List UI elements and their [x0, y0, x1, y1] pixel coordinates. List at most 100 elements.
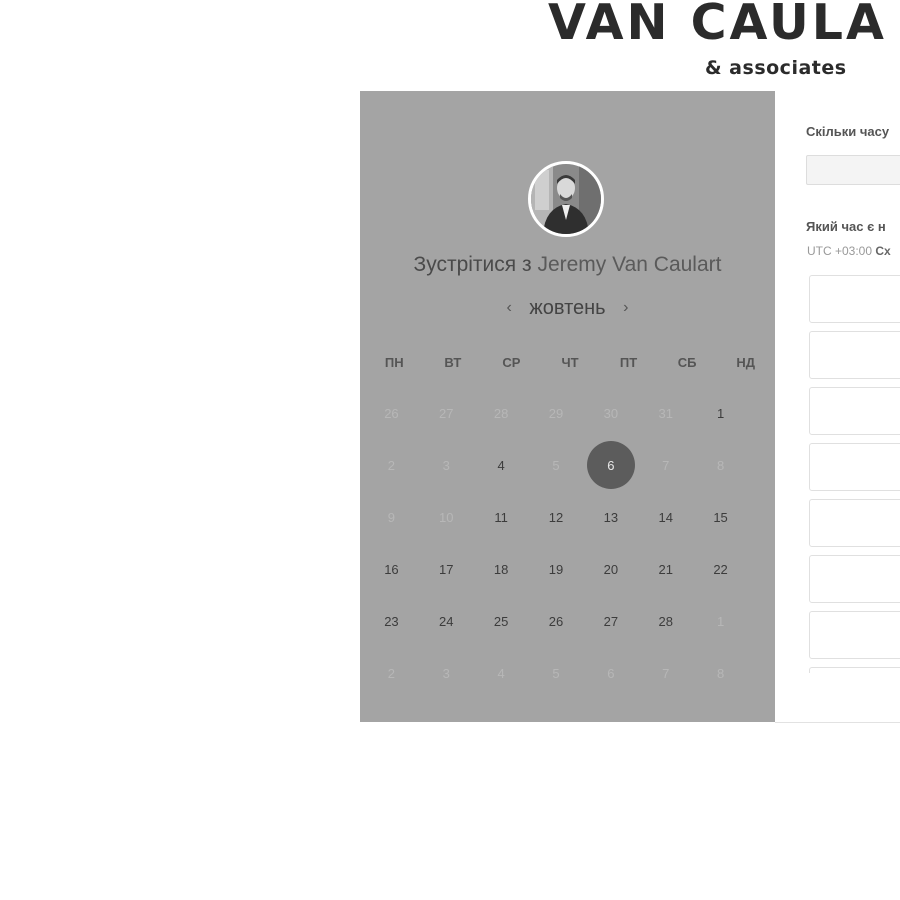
time-question: Який час є н — [806, 219, 886, 234]
calendar-day[interactable]: 17 — [419, 543, 474, 595]
booking-panel: Скільки часу Який час є н UTC +03:00 Сх — [775, 91, 900, 723]
brand-logo-title: VAN CAULA — [548, 0, 887, 51]
day-number: 2 — [387, 665, 396, 681]
day-number: 4 — [497, 457, 505, 473]
duration-question: Скільки часу — [806, 124, 890, 139]
time-slot-button[interactable] — [809, 499, 900, 547]
timezone-label[interactable]: UTC +03:00 Сх — [807, 244, 891, 258]
timezone-name: Сх — [875, 244, 891, 258]
calendar-days-grid: 26 27 28 29 30 31 1 2 3 4 5 6 7 8 9 10 11 12 13 14 15 16 17 18 1… — [364, 387, 748, 699]
duration-select[interactable] — [806, 155, 900, 185]
day-number: 23 — [384, 613, 399, 629]
day-number: 8 — [716, 457, 725, 473]
chevron-right-icon[interactable]: › — [611, 299, 640, 317]
day-number: 4 — [497, 665, 505, 681]
meeting-title: Зустрітися з Jeremy Van Caulart — [360, 253, 775, 277]
day-number: 26 — [384, 405, 399, 421]
calendar-day[interactable]: 26 — [529, 595, 584, 647]
calendar-day: 5 — [529, 439, 584, 491]
day-number: 8 — [716, 665, 725, 681]
weekday-label: СР — [502, 355, 521, 370]
calendar-day: 8 — [693, 647, 748, 699]
calendar-day[interactable]: 15 — [693, 491, 748, 543]
calendar-day: 29 — [529, 387, 584, 439]
calendar-day: 28 — [474, 387, 529, 439]
calendar-day: 31 — [638, 387, 693, 439]
day-number: 27 — [603, 613, 619, 629]
day-number: 9 — [387, 509, 396, 525]
calendar-day: 30 — [583, 387, 638, 439]
day-number: 16 — [384, 561, 399, 577]
calendar-day[interactable]: 14 — [638, 491, 693, 543]
calendar-day-selected[interactable]: 6 — [583, 439, 638, 491]
time-slot-button[interactable] — [809, 555, 900, 603]
day-number: 24 — [439, 613, 454, 629]
weekday-header: ПН ВТ СР ЧТ ПТ СБ НД — [365, 355, 775, 370]
calendar-day[interactable]: 4 — [474, 439, 529, 491]
day-number: 2 — [387, 457, 396, 473]
calendar-day: 2 — [364, 439, 419, 491]
time-slot-button[interactable] — [809, 443, 900, 491]
calendar-day[interactable]: 19 — [529, 543, 584, 595]
calendar-day[interactable]: 1 — [693, 387, 748, 439]
chevron-left-icon[interactable]: ‹ — [495, 299, 524, 317]
weekday-label: ВТ — [444, 355, 462, 370]
weekday-label: ПН — [384, 355, 404, 370]
calendar-day: 7 — [638, 439, 693, 491]
time-slot-button[interactable] — [809, 611, 900, 659]
calendar-day: 9 — [364, 491, 419, 543]
calendar-day[interactable]: 12 — [529, 491, 584, 543]
brand-logo-subtitle: & associates — [705, 57, 847, 79]
calendar-day: 7 — [638, 647, 693, 699]
weekday-label: СБ — [677, 355, 697, 370]
day-number: 17 — [439, 561, 454, 577]
day-number: 13 — [603, 509, 619, 525]
day-number: 25 — [493, 613, 509, 629]
calendar-day[interactable]: 18 — [474, 543, 529, 595]
weekday-label: ЧТ — [561, 355, 579, 370]
avatar — [528, 161, 604, 237]
calendar-day[interactable]: 23 — [364, 595, 419, 647]
calendar-day[interactable]: 28 — [638, 595, 693, 647]
calendar-day[interactable]: 20 — [583, 543, 638, 595]
host-name: Jeremy Van Caulart — [537, 253, 722, 276]
day-number: 15 — [713, 509, 728, 525]
calendar-day[interactable]: 27 — [583, 595, 638, 647]
calendar-day[interactable]: 11 — [474, 491, 529, 543]
booking-page: VAN CAULA & associates Зустрітися з Jere… — [0, 0, 900, 900]
day-number: 18 — [493, 561, 509, 577]
calendar-day: 10 — [419, 491, 474, 543]
time-slot-button[interactable] — [809, 667, 900, 673]
day-number: 7 — [662, 665, 670, 681]
day-number: 12 — [548, 509, 564, 525]
calendar-day[interactable]: 24 — [419, 595, 474, 647]
month-navigation: ‹ жовтень › — [360, 297, 775, 320]
calendar-day: 5 — [529, 647, 584, 699]
calendar-day: 26 — [364, 387, 419, 439]
time-slot-button[interactable] — [809, 387, 900, 435]
calendar-day[interactable]: 13 — [583, 491, 638, 543]
day-number: 31 — [658, 405, 673, 421]
day-number: 28 — [658, 613, 673, 629]
day-number: 21 — [658, 561, 673, 577]
day-number: 20 — [603, 561, 619, 577]
day-number: 26 — [548, 613, 564, 629]
calendar-day[interactable]: 21 — [638, 543, 693, 595]
calendar-day: 3 — [419, 439, 474, 491]
day-number: 1 — [716, 405, 725, 421]
time-slot-button[interactable] — [809, 275, 900, 323]
calendar-day[interactable]: 16 — [364, 543, 419, 595]
weekday-label: НД — [736, 355, 756, 370]
time-slot-button[interactable] — [809, 331, 900, 379]
day-number: 11 — [494, 509, 508, 525]
calendar-day[interactable]: 22 — [693, 543, 748, 595]
calendar-panel: Зустрітися з Jeremy Van Caulart ‹ жовтен… — [360, 91, 775, 722]
calendar-day: 3 — [419, 647, 474, 699]
day-number: 30 — [603, 405, 619, 421]
host-photo — [531, 164, 601, 234]
calendar-day[interactable]: 25 — [474, 595, 529, 647]
day-number: 6 — [607, 665, 615, 681]
day-number: 14 — [658, 509, 673, 525]
meeting-prefix: Зустрітися з — [413, 253, 538, 276]
day-number: 10 — [439, 509, 454, 525]
